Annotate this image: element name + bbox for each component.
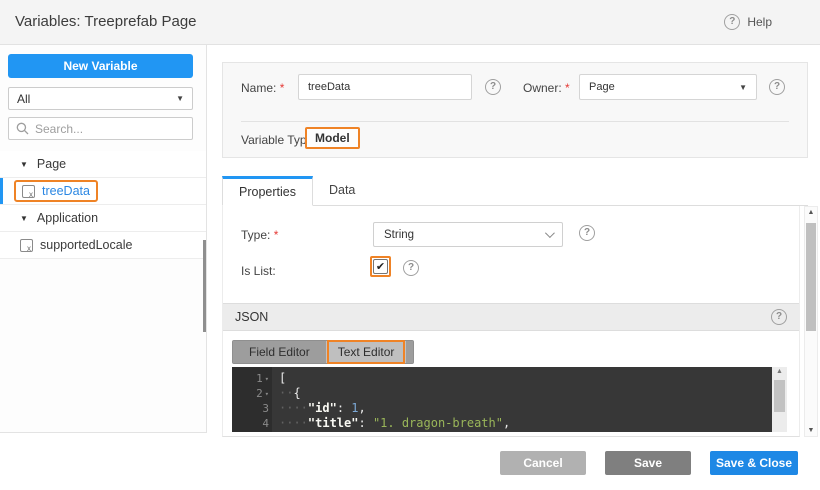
tree-group-label: Page (37, 157, 66, 171)
json-section-title: JSON (235, 310, 268, 324)
page-title: Variables: Treeprefab Page (15, 13, 197, 30)
variable-type-value: Model (305, 127, 360, 149)
is-list-label: Is List: (241, 264, 276, 278)
name-help-icon[interactable]: ? (485, 79, 501, 95)
fold-icon[interactable]: ▾ (265, 390, 269, 398)
fold-icon[interactable]: ▾ (265, 375, 269, 383)
editor-gutter: 1▾ 2▾ 3 4 (232, 367, 272, 432)
type-select[interactable]: String (373, 222, 563, 247)
caret-down-icon: ▼ (20, 214, 28, 223)
json-code-editor[interactable]: 1▾ 2▾ 3 4 [ ··{ ····"id": 1, ····"title"… (232, 367, 772, 432)
tree-item-label: treeData (42, 184, 90, 198)
editor-code-area[interactable]: [ ··{ ····"id": 1, ····"title": "1. drag… (272, 367, 772, 432)
model-variable-icon: x (20, 239, 33, 252)
name-label: Name: * (241, 81, 284, 95)
help-button[interactable]: ? Help (724, 14, 772, 30)
line-number: 4 (262, 417, 269, 430)
required-marker: * (280, 81, 285, 95)
scroll-up-icon[interactable]: ▲ (772, 368, 787, 375)
variables-tree: ▼ Page x treeData ▼ Application x suppor… (0, 151, 206, 259)
code-line: ····"id": 1, (279, 401, 772, 416)
code-line: [ (279, 371, 772, 386)
is-list-help-icon[interactable]: ? (403, 260, 419, 276)
tree-group-page[interactable]: ▼ Page (0, 151, 206, 178)
model-variable-icon: x (22, 185, 35, 198)
caret-down-icon: ▼ (739, 83, 747, 92)
json-help-icon[interactable]: ? (771, 309, 787, 325)
tab-properties[interactable]: Properties (222, 176, 313, 206)
editor-mode-toggle: Field Editor Text Editor (232, 340, 414, 364)
line-number: 2 (256, 387, 263, 400)
tree-item-treedata[interactable]: x treeData (0, 178, 206, 205)
search-input[interactable] (35, 122, 175, 136)
question-circle-icon: ? (724, 14, 740, 30)
tree-item-supportedlocale[interactable]: x supportedLocale (0, 232, 206, 259)
text-editor-button[interactable]: Text Editor (329, 342, 404, 362)
checkmark-icon: ✔ (373, 259, 388, 274)
panel-scrollbar[interactable]: ▲ ▼ (804, 206, 818, 437)
scroll-up-icon[interactable]: ▲ (805, 209, 817, 216)
type-label: Type: * (241, 228, 278, 242)
dialog-footer: Cancel Save Save & Close (0, 437, 820, 490)
properties-panel: Type: * String ? Is List: ✔ ? JSON ? Fie… (222, 206, 800, 437)
variable-summary-form: Name: * ? Owner: * Page ▼ ? Variable Typ… (222, 62, 808, 158)
save-and-close-button[interactable]: Save & Close (710, 451, 798, 475)
tab-data[interactable]: Data (313, 175, 371, 205)
editor-tabs: Properties Data (222, 176, 808, 206)
caret-down-icon: ▼ (176, 94, 184, 103)
cancel-button[interactable]: Cancel (500, 451, 586, 475)
variables-dialog: Variables: Treeprefab Page ? Help New Va… (0, 0, 820, 490)
search-icon (16, 122, 29, 135)
form-divider (241, 121, 789, 122)
tree-group-label: Application (37, 211, 98, 225)
caret-down-icon: ▼ (20, 160, 28, 169)
code-line: ··{ (279, 386, 772, 401)
selected-indicator (0, 178, 3, 204)
new-variable-button[interactable]: New Variable (8, 54, 193, 78)
panel-scrollbar-thumb[interactable] (806, 223, 816, 331)
is-list-checkbox[interactable]: ✔ (370, 256, 391, 277)
chevron-down-icon (545, 228, 555, 238)
variable-search[interactable] (8, 117, 193, 140)
owner-help-icon[interactable]: ? (769, 79, 785, 95)
owner-value: Page (589, 81, 615, 93)
json-section-header: JSON ? (223, 303, 799, 331)
save-button[interactable]: Save (605, 451, 691, 475)
editor-scrollbar-thumb[interactable] (774, 380, 785, 412)
tree-item-label: supportedLocale (40, 238, 132, 252)
scroll-down-icon[interactable]: ▼ (805, 427, 817, 434)
variables-sidebar: New Variable All ▼ ▼ Page x treeData ▼ (0, 45, 207, 433)
owner-label: Owner: * (523, 81, 570, 95)
field-editor-button[interactable]: Field Editor (233, 341, 327, 363)
help-label: Help (747, 15, 772, 29)
sidebar-scrollbar[interactable] (203, 240, 206, 332)
owner-select[interactable]: Page ▼ (579, 74, 757, 100)
variable-filter-value: All (17, 92, 30, 106)
line-number: 3 (262, 402, 269, 415)
code-line: ····"title": "1. dragon-breath", (279, 416, 772, 431)
type-help-icon[interactable]: ? (579, 225, 595, 241)
line-number: 1 (256, 372, 263, 385)
required-marker: * (274, 228, 279, 242)
dialog-header: Variables: Treeprefab Page ? Help (0, 0, 820, 45)
name-field[interactable] (298, 74, 472, 100)
required-marker: * (565, 81, 570, 95)
toggle-sliver (405, 341, 413, 363)
text-editor-highlight: Text Editor (327, 340, 406, 364)
tree-group-application[interactable]: ▼ Application (0, 205, 206, 232)
editor-scrollbar[interactable]: ▲ (772, 367, 787, 432)
type-value: String (384, 229, 414, 241)
variable-filter-select[interactable]: All ▼ (8, 87, 193, 110)
